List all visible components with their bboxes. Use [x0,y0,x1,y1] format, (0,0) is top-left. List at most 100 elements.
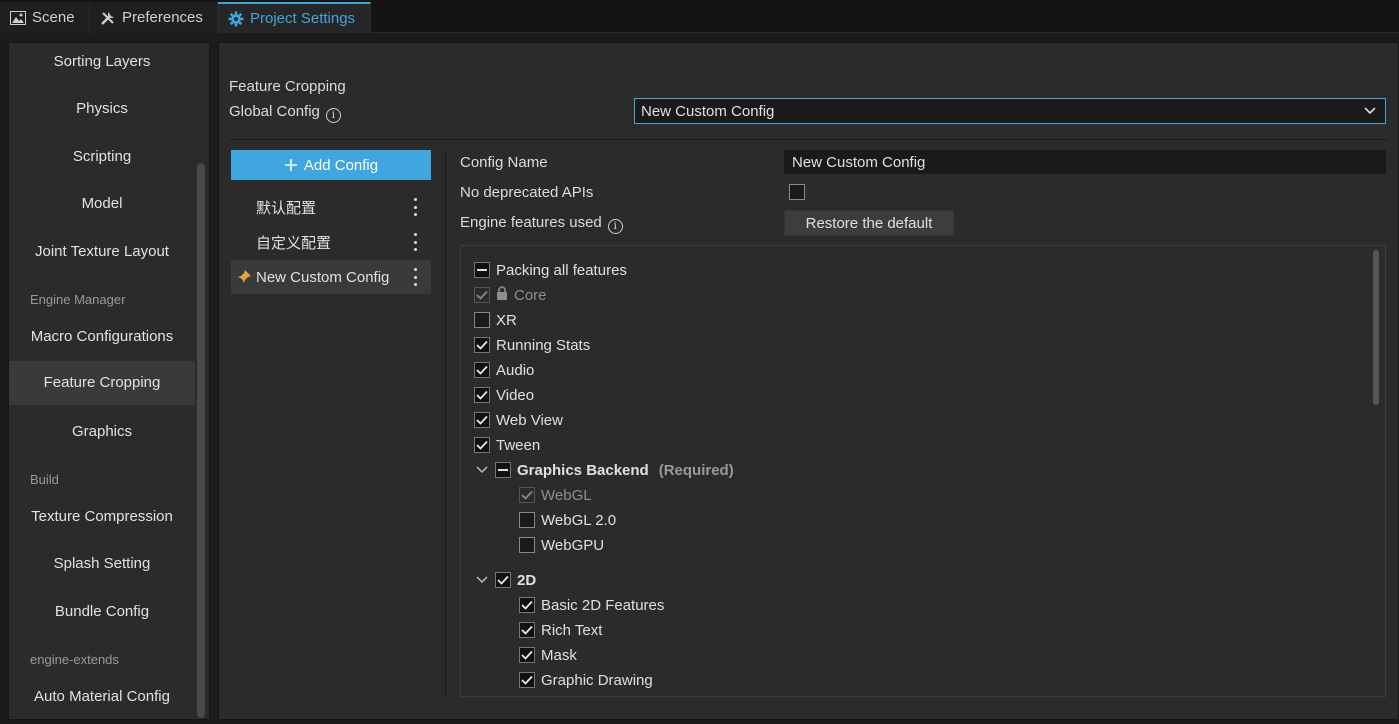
chevron-down-icon[interactable] [475,463,489,477]
sidebar-item-scripting[interactable]: Scripting [9,135,195,179]
feature-row-mask[interactable]: Mask [519,644,577,666]
sidebar-scrollbar[interactable] [197,163,205,718]
tab-scene[interactable]: Scene [0,2,90,33]
checkbox-checked[interactable] [519,672,535,688]
sidebar-item-model[interactable]: Model [9,182,195,226]
feature-row-video[interactable]: Video [474,384,534,406]
checkbox-checked[interactable] [519,597,535,613]
chevron-down-icon [1363,103,1377,121]
sidebar-group-engine-extends: engine-extends [30,652,119,667]
feature-row-packing-all[interactable]: Packing all features [474,259,627,281]
section-title: Feature Cropping [229,78,346,95]
add-config-label: Add Config [303,156,379,174]
feature-label: Audio [496,361,535,379]
feature-row-webgpu[interactable]: WebGPU [519,534,604,556]
feature-row-xr[interactable]: XR [474,309,517,331]
feature-row-basic-2d[interactable]: Basic 2D Features [519,594,664,616]
feature-row-running-stats[interactable]: Running Stats [474,334,590,356]
checkbox-unchecked[interactable] [519,537,535,553]
feature-label: Packing all features [496,261,627,279]
feature-row-graphic-drawing[interactable]: Graphic Drawing [519,669,653,691]
feature-row-webgl: WebGL [519,484,592,506]
checkbox-checked[interactable] [474,387,490,403]
plus-icon [284,159,297,171]
image-icon [10,10,26,26]
feature-group-label: 2D [517,571,537,589]
sidebar-item-splash-setting[interactable]: Splash Setting [9,542,195,586]
panel-splitter[interactable] [445,150,446,698]
tab-preferences[interactable]: Preferences [90,2,218,33]
feature-group-2d[interactable]: 2D [475,569,536,591]
config-item-new-custom[interactable]: New Custom Config [231,260,431,294]
feature-label: WebGL [541,486,592,504]
feature-label: WebGL 2.0 [541,511,617,529]
checkbox-checked-disabled [519,487,535,503]
feature-row-rich-text[interactable]: Rich Text [519,619,602,641]
config-name-label: Config Name [460,154,548,171]
config-item-label: 自定义配置 [256,234,332,252]
feature-row-web-view[interactable]: Web View [474,409,563,431]
sidebar-item-auto-material-config[interactable]: Auto Material Config [9,675,195,719]
restore-default-button[interactable]: Restore the default [784,210,954,236]
feature-row-core: Core [474,284,547,306]
config-item-custom[interactable]: 自定义配置 [231,225,431,259]
feature-row-tween[interactable]: Tween [474,434,540,456]
more-vertical-icon[interactable] [413,198,417,216]
sidebar-item-macro-configurations[interactable]: Macro Configurations [9,315,195,359]
checkbox-checked[interactable] [474,362,490,378]
feature-label: Mask [541,646,577,664]
feature-group-graphics-backend[interactable]: Graphics Backend (Required) [475,459,734,481]
checkbox-unchecked[interactable] [474,312,490,328]
global-config-label: Global Config i [229,103,341,123]
tab-label: Scene [32,9,75,26]
sidebar-item-joint-texture-layout[interactable]: Joint Texture Layout [9,230,195,274]
feature-label: Tween [496,436,541,454]
feature-label: Basic 2D Features [541,596,665,614]
tab-project-settings[interactable]: Project Settings [218,2,371,33]
checkbox-checked[interactable] [474,337,490,353]
info-icon[interactable]: i [607,219,623,234]
global-config-value: New Custom Config [641,102,775,120]
more-vertical-icon[interactable] [413,268,417,286]
feature-row-webgl2[interactable]: WebGL 2.0 [519,509,616,531]
checkbox-checked[interactable] [519,647,535,663]
config-item-label: 默认配置 [256,199,317,217]
engine-features-label: Engine features used i [460,214,623,234]
sidebar-item-graphics[interactable]: Graphics [9,410,195,454]
no-deprecated-checkbox[interactable] [789,184,805,200]
feature-group-label: Graphics Backend [517,461,649,479]
more-vertical-icon[interactable] [413,233,417,251]
feature-label: WebGPU [541,536,605,554]
sidebar-item-bundle-config[interactable]: Bundle Config [9,590,195,634]
global-config-select[interactable]: New Custom Config [634,98,1386,124]
config-name-value: New Custom Config [792,153,926,171]
settings-sidebar: Sorting Layers Physics Scripting Model J… [8,42,210,720]
checkbox-checked[interactable] [495,572,511,588]
feature-row-audio[interactable]: Audio [474,359,534,381]
tools-icon [100,10,116,26]
checkbox-unchecked[interactable] [519,512,535,528]
config-item-label: New Custom Config [256,268,390,286]
config-item-default[interactable]: 默认配置 [231,190,431,224]
info-icon[interactable]: i [325,108,341,123]
add-config-button[interactable]: Add Config [231,150,431,180]
checkbox-checked[interactable] [474,412,490,428]
sidebar-item-texture-compression[interactable]: Texture Compression [9,495,195,539]
sidebar-item-physics[interactable]: Physics [9,87,195,131]
global-config-text: Global Config [229,103,320,120]
chevron-down-icon[interactable] [475,573,489,587]
feature-tree-scrollbar[interactable] [1373,250,1379,405]
gear-icon [228,11,244,27]
checkbox-checked-disabled [474,287,490,303]
checkbox-checked[interactable] [474,437,490,453]
sidebar-item-sorting-layers[interactable]: Sorting Layers [9,40,195,84]
checkbox-partial[interactable] [495,462,511,478]
pin-icon [237,269,252,288]
sidebar-group-engine-manager: Engine Manager [30,292,126,307]
checkbox-partial[interactable] [474,262,490,278]
checkbox-checked[interactable] [519,622,535,638]
config-name-input[interactable]: New Custom Config [784,150,1386,174]
sidebar-item-feature-cropping[interactable]: Feature Cropping [9,361,195,405]
feature-tree: Packing all features Core XR Running Sta… [460,245,1386,697]
tab-bar: Scene Preferences Project Settings [0,0,1399,33]
